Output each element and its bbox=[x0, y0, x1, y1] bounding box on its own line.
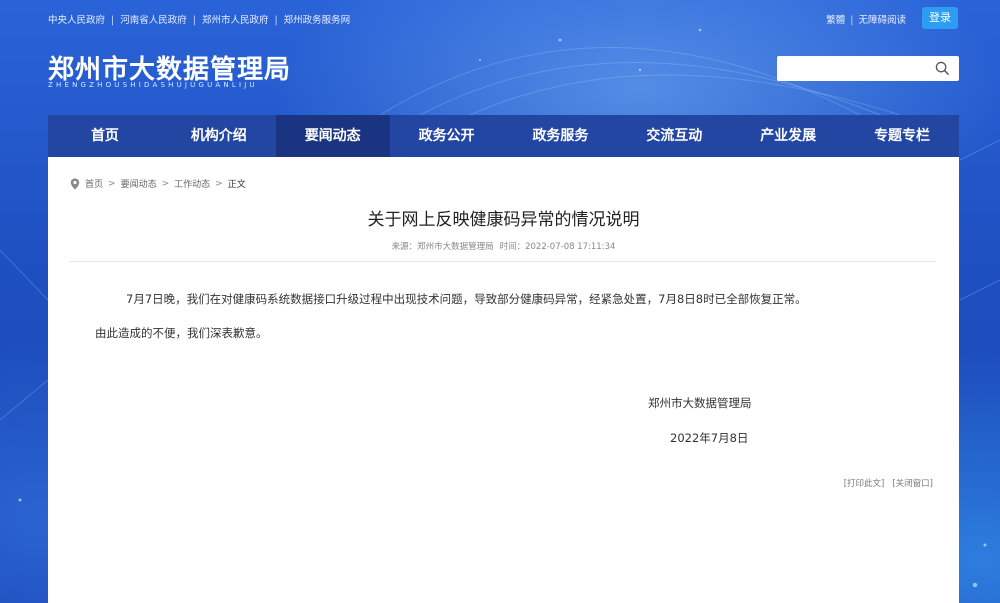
nav-item-news[interactable]: 要闻动态 bbox=[275, 115, 390, 157]
traditional-chinese-link[interactable]: 繁體 bbox=[826, 15, 845, 26]
link-zhengzhou-service[interactable]: 郑州政务服务网 bbox=[284, 15, 351, 26]
signature-organization: 郑州市大数据管理局 bbox=[648, 396, 752, 410]
article-source: 来源：郑州市大数据管理局 bbox=[391, 242, 494, 252]
article-content: 首页 > 要闻动态 > 工作动态 > 正文 关于网上反映健康码异常的情况说明 来… bbox=[48, 157, 959, 603]
article-paragraph: 7月7日晚，我们在对健康码系统数据接口升级过程中出现技术问题，导致部分健康码异常… bbox=[126, 292, 807, 306]
accessibility-links: 繁體 | 无障碍阅读 bbox=[826, 12, 906, 26]
nav-item-topics[interactable]: 专题专栏 bbox=[845, 115, 959, 157]
nav-item-interaction[interactable]: 交流互动 bbox=[617, 115, 731, 157]
close-window-link[interactable]: [关闭窗口] bbox=[892, 479, 933, 489]
article-meta: 来源：郑州市大数据管理局 时间：2022-07-08 17:11:34 bbox=[48, 240, 959, 252]
location-pin-icon bbox=[70, 178, 80, 189]
separator: | bbox=[274, 15, 278, 26]
government-links: 中央人民政府 | 河南省人民政府 | 郑州市人民政府 | 郑州政务服务网 bbox=[48, 12, 350, 26]
top-bar: 中央人民政府 | 河南省人民政府 | 郑州市人民政府 | 郑州政务服务网 繁體 | 无障碍阅读 … bbox=[48, 7, 958, 29]
breadcrumb-separator: > bbox=[161, 178, 170, 189]
article-paragraph: 由此造成的不便，我们深表歉意。 bbox=[95, 326, 268, 340]
separator: | bbox=[192, 15, 196, 26]
site-subtitle: ZHENGZHOUSHIDASHUJUGUANLIJU bbox=[48, 81, 258, 89]
nav-item-home[interactable]: 首页 bbox=[48, 115, 162, 157]
signature-date: 2022年7月8日 bbox=[670, 431, 749, 445]
link-zhengzhou-government[interactable]: 郑州市人民政府 bbox=[202, 15, 269, 26]
link-central-government[interactable]: 中央人民政府 bbox=[48, 15, 105, 26]
print-article-link[interactable]: [打印此文] bbox=[844, 479, 885, 489]
login-button[interactable]: 登录 bbox=[922, 7, 958, 29]
article-time: 时间：2022-07-08 17:11:34 bbox=[499, 242, 616, 252]
article-actions: [打印此文] [关闭窗口] bbox=[844, 477, 933, 489]
search-box bbox=[777, 56, 959, 81]
search-icon[interactable] bbox=[935, 61, 950, 76]
nav-item-government-affairs[interactable]: 政务公开 bbox=[390, 115, 504, 157]
breadcrumb-current: 正文 bbox=[227, 180, 246, 190]
accessible-reading-link[interactable]: 无障碍阅读 bbox=[858, 15, 906, 26]
article-title: 关于网上反映健康码异常的情况说明 bbox=[367, 210, 640, 230]
separator: | bbox=[850, 15, 854, 26]
breadcrumb-home[interactable]: 首页 bbox=[85, 177, 103, 190]
divider bbox=[70, 261, 936, 262]
nav-item-services[interactable]: 政务服务 bbox=[504, 115, 618, 157]
breadcrumb-separator: > bbox=[108, 178, 116, 189]
link-henan-government[interactable]: 河南省人民政府 bbox=[120, 15, 187, 26]
breadcrumb-separator: > bbox=[215, 178, 223, 189]
breadcrumb-news[interactable]: 要闻动态 bbox=[121, 177, 157, 190]
breadcrumb-work-news[interactable]: 工作动态 bbox=[174, 177, 210, 190]
main-nav: 首页 机构介绍 要闻动态 政务公开 政务服务 交流互动 产业发展 专题专栏 bbox=[48, 115, 959, 157]
separator: | bbox=[111, 15, 115, 26]
breadcrumb: 首页 > 要闻动态 > 工作动态 > 正文 bbox=[70, 177, 246, 190]
nav-item-about[interactable]: 机构介绍 bbox=[162, 115, 276, 157]
nav-item-industry[interactable]: 产业发展 bbox=[731, 115, 845, 157]
search-input[interactable] bbox=[777, 56, 927, 81]
